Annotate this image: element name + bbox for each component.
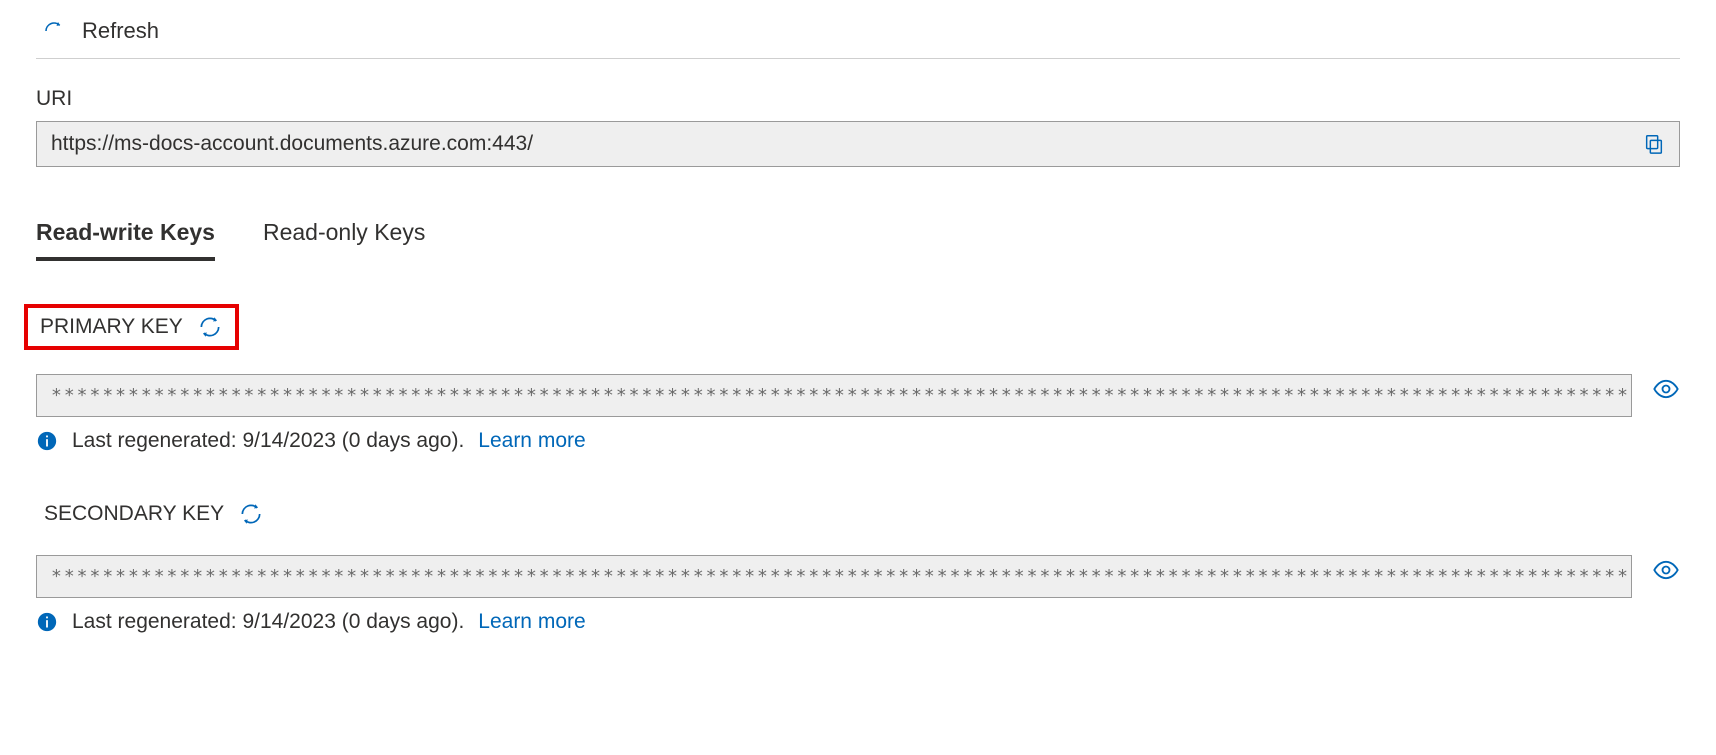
primary-key-section: PRIMARY KEY ****************************…	[36, 304, 1680, 453]
secondary-key-header: SECONDARY KEY	[36, 497, 272, 531]
uri-section: URI https://ms-docs-account.documents.az…	[36, 87, 1680, 167]
info-icon	[36, 611, 58, 633]
regenerate-icon[interactable]	[197, 314, 223, 340]
primary-key-header: PRIMARY KEY	[24, 304, 239, 350]
learn-more-link[interactable]: Learn more	[478, 429, 585, 453]
primary-key-value: ****************************************…	[36, 374, 1632, 417]
primary-key-status: Last regenerated: 9/14/2023 (0 days ago)…	[36, 429, 1680, 453]
uri-field: https://ms-docs-account.documents.azure.…	[36, 121, 1680, 167]
tab-read-only-keys[interactable]: Read-only Keys	[263, 219, 425, 260]
eye-icon[interactable]	[1652, 375, 1680, 403]
toolbar: Refresh	[36, 12, 1680, 58]
uri-value: https://ms-docs-account.documents.azure.…	[51, 132, 533, 156]
status-text: Last regenerated: 9/14/2023 (0 days ago)…	[72, 610, 464, 634]
refresh-icon[interactable]	[42, 19, 66, 43]
secondary-key-value: ****************************************…	[36, 555, 1632, 598]
uri-label: URI	[36, 87, 1680, 111]
info-icon	[36, 430, 58, 452]
tab-read-write-keys[interactable]: Read-write Keys	[36, 219, 215, 260]
learn-more-link[interactable]: Learn more	[478, 610, 585, 634]
secondary-key-label: SECONDARY KEY	[44, 502, 224, 526]
primary-key-label: PRIMARY KEY	[40, 315, 183, 339]
secondary-key-section: SECONDARY KEY **************************…	[36, 497, 1680, 634]
secondary-key-status: Last regenerated: 9/14/2023 (0 days ago)…	[36, 610, 1680, 634]
divider	[36, 58, 1680, 59]
tabs: Read-write Keys Read-only Keys	[36, 219, 1680, 260]
regenerate-icon[interactable]	[238, 501, 264, 527]
refresh-button[interactable]: Refresh	[82, 18, 159, 44]
status-text: Last regenerated: 9/14/2023 (0 days ago)…	[72, 429, 464, 453]
eye-icon[interactable]	[1652, 556, 1680, 584]
copy-icon[interactable]	[1643, 133, 1665, 155]
